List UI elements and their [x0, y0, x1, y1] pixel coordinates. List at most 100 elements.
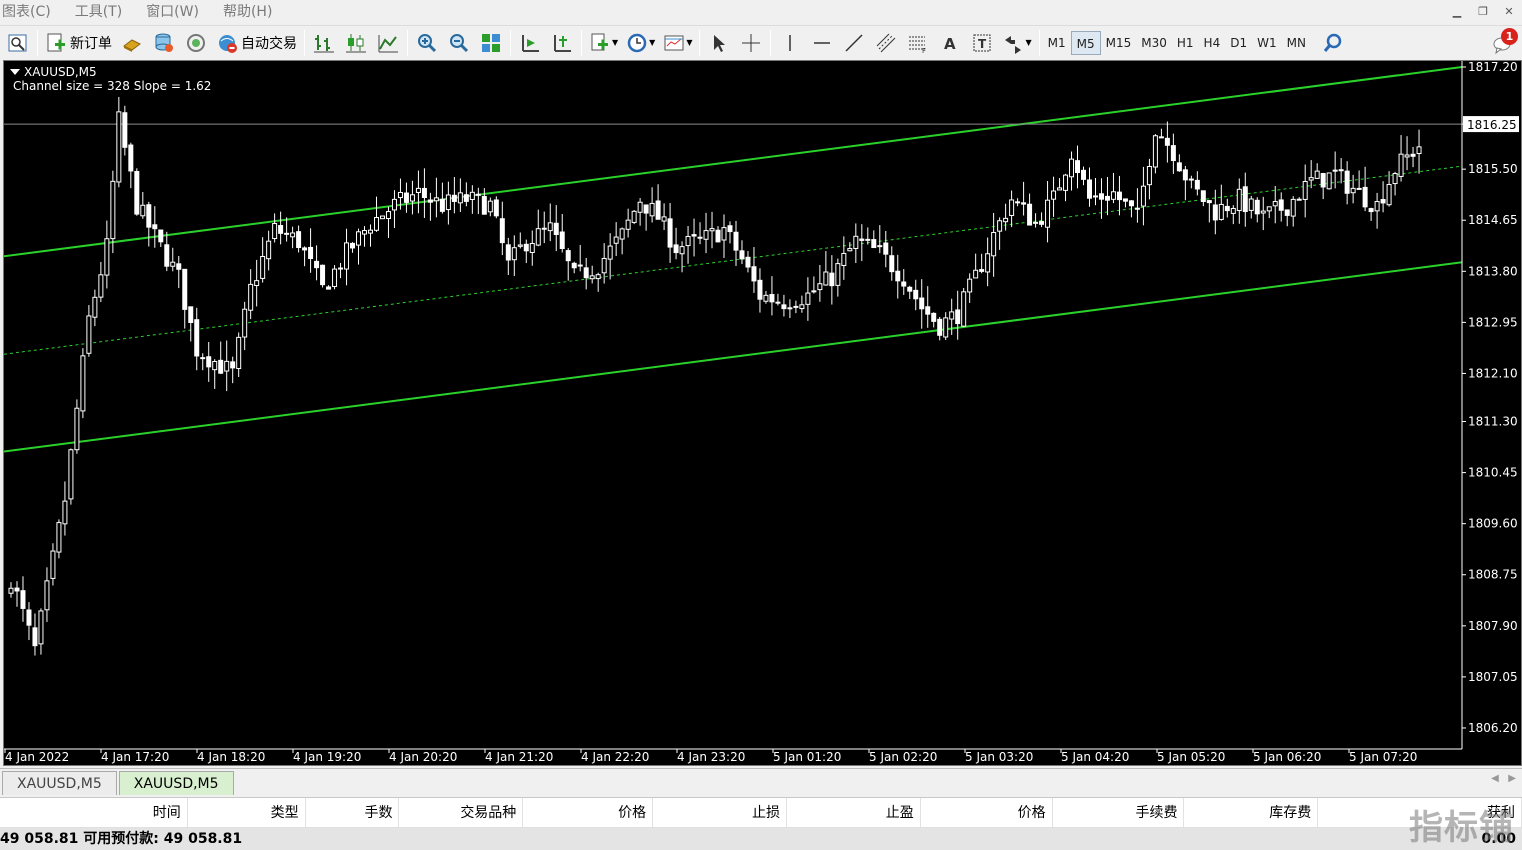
zoom-in-button[interactable] — [413, 29, 441, 57]
candle-body — [547, 222, 553, 232]
toolbar-separator — [510, 29, 511, 56]
menu-help[interactable]: 帮助(H) — [211, 0, 284, 24]
candle-body — [1158, 136, 1164, 139]
candle-body — [1182, 169, 1188, 181]
column-header[interactable]: 价格 — [921, 798, 1053, 827]
candle-body — [583, 267, 589, 279]
candle-body — [949, 311, 955, 320]
fibonacci-button[interactable]: F — [904, 29, 932, 57]
templates-button[interactable]: ▼ — [661, 29, 694, 57]
timeframe-h4[interactable]: H4 — [1199, 31, 1226, 55]
candle-body — [1278, 199, 1284, 211]
candle-body — [619, 228, 625, 240]
column-header[interactable]: 止盈 — [787, 798, 921, 827]
candle-body — [793, 305, 799, 308]
candle-body — [80, 355, 86, 412]
minimize-icon[interactable]: ▁ — [1444, 0, 1470, 22]
arrows-icon — [1005, 35, 1022, 54]
search-button[interactable] — [1319, 29, 1347, 57]
candle-body — [1081, 169, 1087, 180]
line-chart-button[interactable] — [374, 29, 402, 57]
y-tick-label: 1814.65 — [1468, 213, 1518, 227]
trendline-icon — [845, 33, 863, 52]
chart-tab-2[interactable]: XAUUSD,M5 — [118, 771, 234, 795]
horizontal-line-button[interactable] — [808, 29, 836, 57]
column-header[interactable]: 手数 — [306, 798, 400, 827]
crosshair-tool-button[interactable] — [737, 29, 765, 57]
candle-body — [529, 242, 535, 253]
database-icon — [155, 33, 173, 52]
restore-icon[interactable]: ❐ — [1470, 0, 1496, 22]
template-icon — [664, 35, 684, 50]
column-header[interactable]: 类型 — [188, 798, 306, 827]
chart-window-button[interactable] — [4, 29, 32, 57]
alerts-button[interactable]: 1 — [1492, 28, 1518, 56]
gold-icon-button[interactable] — [118, 29, 146, 57]
bar-chart-button[interactable] — [310, 29, 338, 57]
signals-button[interactable] — [182, 29, 210, 57]
cursor-tool-button[interactable] — [705, 29, 733, 57]
column-header[interactable]: 库存费 — [1184, 798, 1319, 827]
dropdown-arrow-icon: ▼ — [649, 38, 656, 47]
candle-body — [673, 244, 679, 254]
candle-body — [895, 270, 901, 282]
candle-body — [685, 235, 691, 247]
chart-shift-button[interactable] — [516, 29, 544, 57]
chart-area[interactable]: 1817.20 1816.25 1815.50 1814.65 1813.80 1812.… — [3, 60, 1522, 766]
timeframe-m15[interactable]: M15 — [1101, 31, 1137, 55]
new-order-icon — [47, 33, 65, 51]
column-header[interactable]: 手续费 — [1053, 798, 1185, 827]
price-chart[interactable]: 1817.20 1816.25 1815.50 1814.65 1813.80 1812.… — [4, 61, 1521, 765]
menu-chart[interactable]: 图表(C) — [0, 0, 63, 24]
candle-body — [1416, 146, 1422, 154]
candle-body — [1152, 135, 1158, 168]
terminal-panel: 时间 类型 手数 交易品种 价格 止损 止盈 价格 手续费 库存费 获利 49 058.81 可用预… — [0, 797, 1522, 850]
chart-tab-1[interactable]: XAUUSD,M5 — [2, 771, 117, 795]
column-header[interactable]: 时间 — [0, 798, 188, 827]
candle-body — [973, 269, 979, 279]
auto-trade-button[interactable]: 自动交易 — [214, 29, 299, 57]
autoscroll-button[interactable] — [548, 29, 576, 57]
text-label-button[interactable]: T — [968, 29, 996, 57]
column-header[interactable]: 价格 — [523, 798, 654, 827]
terminal-header: 时间 类型 手数 交易品种 价格 止损 止盈 价格 手续费 库存费 获利 — [0, 798, 1522, 828]
timeframe-m5[interactable]: M5 — [1070, 30, 1101, 55]
candle-body — [457, 192, 463, 204]
x-tick-label: 4 Jan 2022 — [5, 750, 69, 764]
column-header[interactable]: 止损 — [653, 798, 787, 827]
column-header[interactable]: 交易品种 — [399, 798, 524, 827]
candle-body — [14, 587, 20, 592]
new-order-button[interactable]: 新订单 — [43, 29, 114, 57]
menu-tools[interactable]: 工具(T) — [63, 0, 134, 24]
tab-scroll-arrows-icon[interactable]: ◀ ▶ — [1491, 773, 1516, 784]
timeframe-h1[interactable]: H1 — [1172, 31, 1199, 55]
strategy-tester-button[interactable] — [150, 29, 178, 57]
timeframe-d1[interactable]: D1 — [1225, 31, 1252, 55]
trendline-button[interactable] — [840, 29, 868, 57]
candle-body — [1188, 178, 1194, 181]
candle-chart-button[interactable] — [342, 29, 370, 57]
candle-body — [1128, 200, 1134, 207]
text-tool-button[interactable]: A — [936, 29, 964, 57]
vertical-line-button[interactable] — [776, 29, 804, 57]
candle-body — [1242, 186, 1248, 213]
close-icon[interactable]: ✕ — [1496, 0, 1522, 22]
timeframe-m1[interactable]: M1 — [1043, 31, 1071, 55]
timeframe-w1[interactable]: W1 — [1252, 31, 1282, 55]
equidistant-channel-button[interactable] — [872, 29, 900, 57]
arrows-button[interactable]: ▼ — [1000, 29, 1033, 57]
candle-body — [955, 309, 961, 325]
candle-body — [385, 211, 391, 219]
periods-button[interactable]: ▼ — [624, 29, 657, 57]
zoom-out-button[interactable] — [445, 29, 473, 57]
indicators-button[interactable]: ▼ — [587, 29, 620, 57]
timeframe-m30[interactable]: M30 — [1136, 31, 1172, 55]
candle-body — [931, 312, 937, 322]
timeframe-mn[interactable]: MN — [1282, 31, 1311, 55]
candle-body — [128, 144, 134, 172]
collapse-triangle-icon[interactable] — [10, 69, 20, 75]
menu-window[interactable]: 窗口(W) — [134, 0, 211, 24]
tile-windows-button[interactable] — [477, 29, 505, 57]
candle-body — [1110, 191, 1116, 200]
candle-body — [1057, 187, 1063, 191]
